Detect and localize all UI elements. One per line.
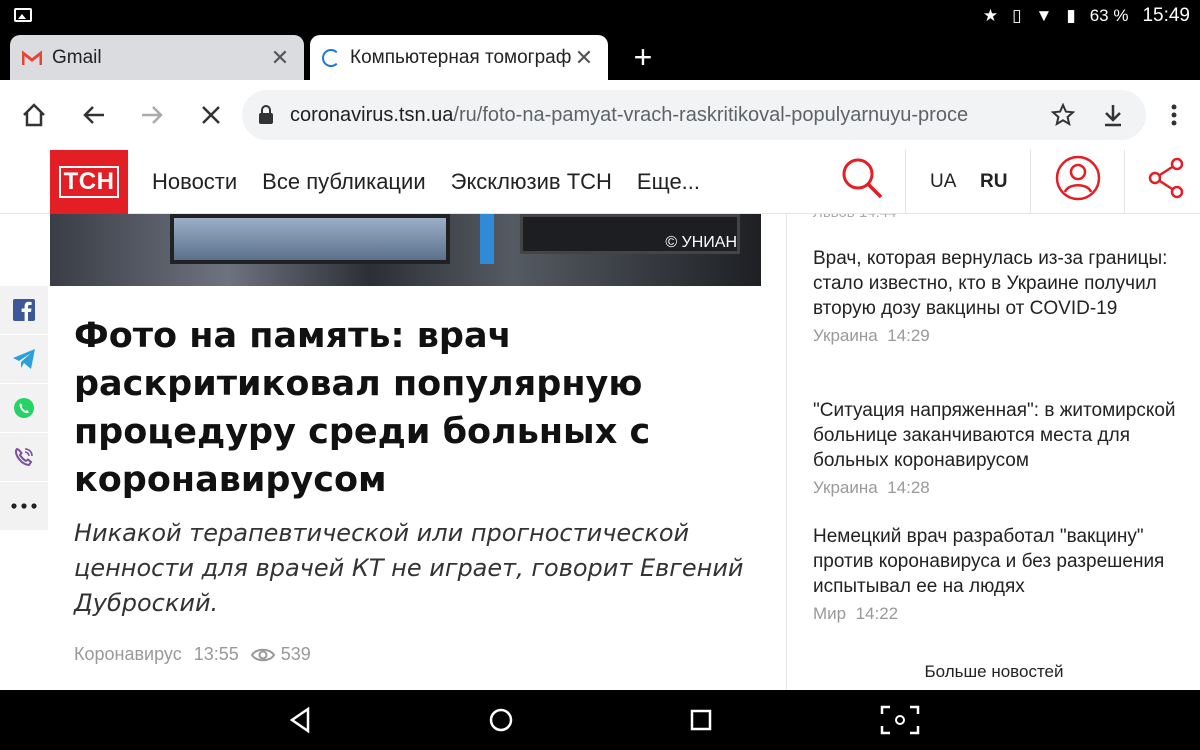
news-item[interactable]: "Ситуация напряженная": в житомирской бо…: [813, 398, 1189, 498]
article-category[interactable]: Коронавирус: [74, 644, 182, 665]
lock-icon: [259, 105, 273, 124]
browser-toolbar: coronavirus.tsn.ua/ru/foto-na-pamyat-vra…: [0, 80, 1200, 150]
main-nav: Новости Все публикации Эксклюзив ТСН Еще…: [152, 150, 700, 214]
more-news-button[interactable]: Больше новостей: [787, 662, 1200, 682]
gallery-icon: [14, 8, 32, 22]
nav-item-exclusive[interactable]: Эксклюзив ТСН: [451, 169, 612, 195]
nav-item-all-publications[interactable]: Все публикации: [262, 169, 425, 195]
vibrate-icon: ▯: [1012, 6, 1022, 25]
back-icon[interactable]: [286, 705, 316, 735]
news-item[interactable]: Немецкий врач разработал "вакцину" проти…: [813, 524, 1189, 624]
header-divider: [1124, 150, 1125, 214]
address-bar[interactable]: coronavirus.tsn.ua/ru/foto-na-pamyat-vra…: [242, 90, 1146, 140]
article-headline: Фото на память: врач раскритиковал попул…: [74, 316, 651, 500]
recents-icon[interactable]: [686, 705, 716, 735]
nav-item-more[interactable]: Еще...: [637, 169, 700, 195]
news-meta: Украина 14:28: [813, 478, 1189, 498]
tab-title: Gmail: [52, 46, 102, 68]
logo-text: ТСН: [58, 166, 120, 198]
download-icon[interactable]: [1098, 100, 1128, 130]
header-divider: [1030, 150, 1031, 214]
news-title: Немецкий врач разработал "вакцину" проти…: [813, 526, 1165, 597]
loading-spinner-icon: [322, 48, 340, 67]
close-icon[interactable]: ✕: [268, 45, 292, 71]
share-whatsapp[interactable]: [0, 384, 48, 433]
search-icon[interactable]: [838, 154, 886, 202]
home-circle-icon[interactable]: [486, 705, 516, 735]
gmail-icon: [22, 49, 42, 65]
image-monitor: [170, 214, 450, 264]
new-tab-icon[interactable]: +: [626, 37, 660, 77]
share-facebook[interactable]: [0, 286, 48, 335]
share-icon[interactable]: [1146, 156, 1186, 200]
share-more[interactable]: [0, 482, 48, 531]
menu-dots-icon[interactable]: [1156, 97, 1192, 133]
site-logo[interactable]: ТСН: [50, 150, 128, 214]
share-viber[interactable]: [0, 433, 48, 482]
image-credit: © УНИАН: [665, 234, 737, 251]
news-title: Врач, которая вернулась из-за границы: с…: [813, 248, 1168, 319]
forward-arrow-icon[interactable]: [134, 97, 170, 133]
tab-current[interactable]: Компьютерная томография ✕: [310, 35, 608, 80]
news-time: 14:22: [855, 604, 899, 623]
back-arrow-icon[interactable]: [76, 97, 112, 133]
android-nav-bar: [0, 690, 1200, 750]
news-item[interactable]: Врач, которая вернулась из-за границы: с…: [813, 246, 1189, 346]
eye-icon: [250, 648, 275, 661]
whatsapp-icon: [14, 398, 34, 418]
image-detail: [480, 214, 494, 264]
tab-title: Компьютерная томография: [350, 46, 572, 68]
bookmark-star-icon[interactable]: [1048, 100, 1078, 130]
latest-news-sidebar: Львов 14:44 Врач, которая вернулась из-з…: [786, 204, 1200, 690]
url-path: /ru/foto-na-pamyat-vrach-raskritikoval-p…: [453, 103, 969, 126]
news-time: 14:29: [887, 326, 930, 345]
header-divider: [905, 150, 906, 214]
tab-strip: Gmail ✕ Компьютерная томография ✕ +: [0, 32, 1200, 80]
news-time: 14:28: [887, 478, 930, 497]
web-page: ТСН Новости Все публикации Эксклюзив ТСН…: [0, 150, 1200, 690]
article-views: 539: [250, 644, 311, 665]
lang-ua[interactable]: UA: [930, 150, 956, 214]
star-icon: ★: [982, 6, 999, 25]
stop-loading-icon[interactable]: [193, 97, 229, 133]
nav-item-news[interactable]: Новости: [152, 169, 237, 195]
url-host: coronavirus.tsn.ua: [290, 103, 454, 126]
news-region: Мир: [813, 604, 847, 623]
article-time: 13:55: [193, 644, 239, 664]
site-header: ТСН Новости Все публикации Эксклюзив ТСН…: [0, 150, 1200, 214]
battery-icon: ▮: [1066, 6, 1076, 25]
lang-ru[interactable]: RU: [980, 150, 1007, 214]
clock: 15:49: [1142, 5, 1190, 26]
telegram-icon: [13, 349, 35, 369]
news-region: Украина: [813, 478, 878, 497]
views-count: 539: [280, 644, 311, 664]
news-title: "Ситуация напряженная": в житомирской бо…: [813, 400, 1176, 471]
status-bar: ★ ▯ ▼ ▮ 63 % 15:49: [0, 0, 1200, 32]
facebook-icon: [13, 299, 35, 321]
tab-gmail[interactable]: Gmail ✕: [10, 35, 304, 80]
wifi-icon: ▼: [1035, 6, 1053, 25]
user-icon[interactable]: [1054, 154, 1102, 202]
news-region: Украина: [813, 326, 878, 345]
share-telegram[interactable]: [0, 335, 48, 384]
home-icon[interactable]: [16, 97, 52, 133]
more-icon: [11, 503, 37, 509]
screenshot-icon[interactable]: [880, 705, 920, 735]
news-meta: Украина 14:29: [813, 326, 1189, 346]
article-lead: Никакой терапевтической или прогностичес…: [74, 519, 744, 617]
news-meta: Мир 14:22: [813, 604, 1189, 624]
close-icon[interactable]: ✕: [572, 45, 596, 71]
article-meta: Коронавирус 13:55 539: [74, 644, 311, 665]
share-sidebar: [0, 286, 48, 531]
url-text: coronavirus.tsn.ua/ru/foto-na-pamyat-vra…: [290, 104, 1036, 127]
article-image: © УНИАН: [50, 214, 761, 286]
battery-percent: 63 %: [1089, 6, 1129, 25]
viber-icon: [14, 447, 33, 467]
